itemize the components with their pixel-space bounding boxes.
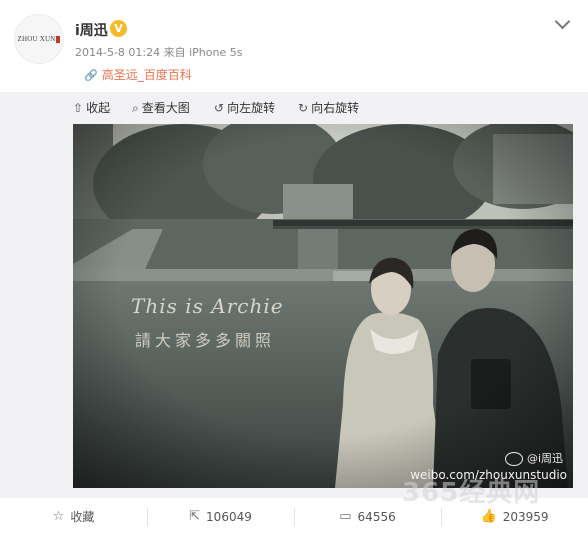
- rotate-left-icon: ↺: [214, 101, 225, 115]
- rotate-left-button[interactable]: ↺ 向左旋转: [214, 99, 275, 116]
- weibo-logo-icon: [504, 452, 523, 466]
- verified-badge-icon: V: [110, 20, 127, 37]
- comment-icon: ▭: [339, 509, 352, 524]
- link-icon: 🔗: [84, 69, 98, 82]
- photo-watermark-handle: @i周迅: [504, 450, 563, 466]
- search-icon: ⌕: [132, 101, 139, 115]
- view-large-button[interactable]: ⌕ 查看大图: [132, 99, 190, 116]
- link-card[interactable]: 🔗 高圣远_百度百科: [84, 66, 192, 83]
- photo-overlay-title: This is Archie: [131, 294, 284, 318]
- collapse-icon: ⇧: [73, 101, 84, 115]
- chevron-down-icon[interactable]: [554, 13, 571, 30]
- star-icon: ☆: [52, 509, 65, 524]
- avatar-stamp: [56, 35, 61, 43]
- post-photo[interactable]: This is Archie 請大家多多關照 @i周迅 weibo.com/zh…: [73, 124, 573, 488]
- avatar-logo-text: ZHOU XUN: [17, 35, 56, 43]
- share-icon: ⇱: [189, 509, 201, 524]
- username[interactable]: i周迅: [75, 20, 108, 40]
- media-viewer: ⇧ 收起 ⌕ 查看大图 ↺ 向左旋转 ↻ 向右旋转 This is Archie…: [0, 92, 588, 498]
- favorite-button[interactable]: ☆ 收藏: [0, 498, 147, 535]
- link-label[interactable]: 高圣远_百度百科: [102, 68, 192, 82]
- media-toolbar: ⇧ 收起 ⌕ 查看大图 ↺ 向左旋转 ↻ 向右旋转: [0, 92, 588, 122]
- post-header: ZHOU XUN i周迅 V 2014-5-8 01:24 来自 iPhone …: [0, 0, 588, 92]
- post-meta: 2014-5-8 01:24 来自 iPhone 5s: [75, 46, 243, 59]
- photo-overlay-subtitle: 請大家多多關照: [135, 331, 276, 350]
- repost-button[interactable]: ⇱ 106049: [147, 498, 294, 535]
- collapse-button[interactable]: ⇧ 收起: [73, 99, 110, 116]
- thumbs-up-icon: 👍: [480, 509, 497, 524]
- site-watermark: 365经典网: [402, 478, 541, 508]
- rotate-right-button[interactable]: ↻ 向右旋转: [298, 99, 359, 116]
- rotate-right-icon: ↻: [298, 101, 309, 115]
- avatar[interactable]: ZHOU XUN: [14, 14, 64, 64]
